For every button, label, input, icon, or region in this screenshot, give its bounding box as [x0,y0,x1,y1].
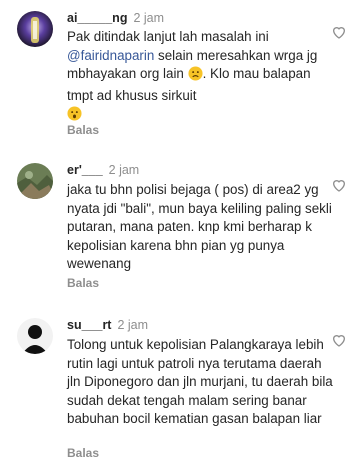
heart-icon[interactable] [331,177,347,193]
timestamp: 2 jam [133,11,165,25]
comment-text: jaka tu bhn polisi bejaga ( pos) di area… [67,182,332,271]
reply-button[interactable]: Balas [67,123,99,137]
comment-meta: ai_____ng 2 jam [67,11,164,25]
timestamp: 2 jam [117,318,149,332]
comment-text: Tolong untuk kepolisian Palangkaraya leb… [67,337,333,426]
reply-button[interactable]: Balas [67,446,99,460]
avatar[interactable] [17,11,53,47]
avatar[interactable] [17,318,53,354]
comment-meta: er'___ 2 jam [67,163,139,177]
comment-meta: su___rt 2 jam [67,318,148,332]
username[interactable]: er'___ [67,163,103,177]
avatar[interactable] [17,163,53,199]
timestamp: 2 jam [108,163,140,177]
username[interactable]: su___rt [67,318,111,332]
heart-icon[interactable] [331,24,347,40]
username[interactable]: ai_____ng [67,11,127,25]
mention-link[interactable]: @fairidnaparin [67,48,154,63]
reply-button[interactable]: Balas [67,276,99,290]
worried-face-icon [188,66,203,87]
comment-text: Pak ditindak lanjut lah masalah ini @fai… [67,28,337,127]
heart-icon[interactable] [331,332,347,348]
